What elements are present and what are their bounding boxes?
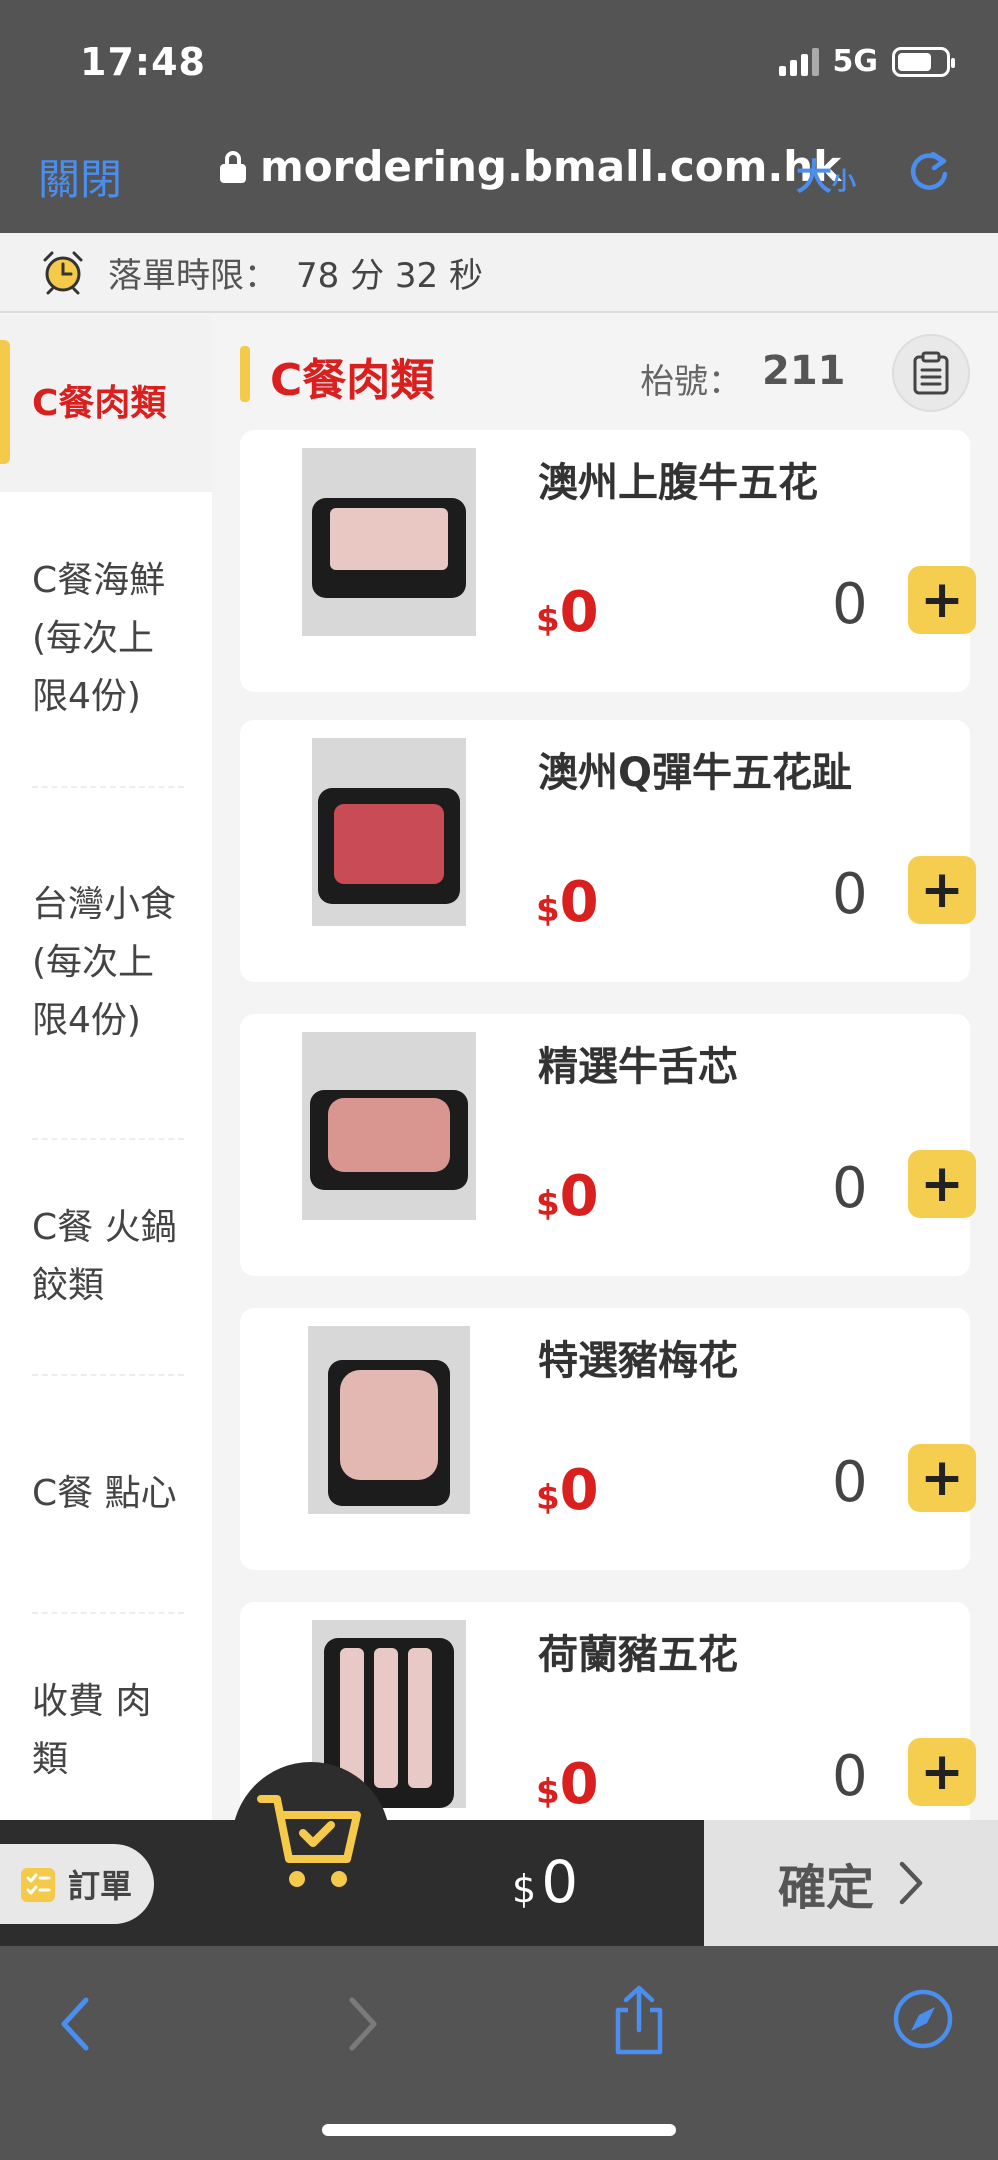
product-image [312,738,466,926]
confirm-button[interactable]: 確定 [704,1820,998,1946]
cart-bar: 訂單 $ 0 確定 [0,1762,998,1946]
sidebar-item-c-meat[interactable]: C餐肉類 [0,316,212,492]
text-size-big: 大 [796,157,833,198]
product-image [302,1032,476,1220]
signal-icon [778,47,819,76]
add-button[interactable]: + [908,566,976,634]
sidebar-item-paid-meat[interactable]: 收費 肉類 [0,1614,212,1820]
product-card: 特選豬梅花 $0 0 + [240,1308,976,1570]
product-card: 澳州上腹牛五花 $0 0 + [240,430,976,692]
category-marker [240,346,250,402]
product-quantity: 0 [832,572,868,637]
network-label: 5G [832,44,879,79]
add-button[interactable]: + [908,1150,976,1218]
chevron-right-icon [899,1861,923,1905]
category-header: C餐肉類 枱號： 211 [212,316,998,428]
product-price: $0 [536,1164,599,1229]
url-text: mordering.bmall.com.hk [260,142,842,191]
cart-total: $ 0 [512,1848,579,1916]
sidebar-item-label: 台灣小食(每次上限4份) [32,884,177,1041]
product-image [302,448,476,636]
orders-button[interactable]: 訂單 [0,1844,154,1924]
time-limit-label: 落單時限： [108,255,278,296]
confirm-label: 確定 [777,1860,874,1916]
cart-button[interactable] [232,1762,390,1920]
product-list: 澳州上腹牛五花 $0 0 + 澳州Q彈牛五花趾 $0 0 + 精選牛舌芯 $0 … [212,316,998,1820]
lock-icon [220,150,246,183]
url-bar[interactable]: mordering.bmall.com.hk [220,142,841,191]
orders-label: 訂單 [68,1867,133,1905]
product-price: $0 [536,1752,599,1817]
product-name: 澳州Q彈牛五花趾 [538,750,853,796]
forward-icon[interactable] [342,1992,382,2056]
sidebar-item-label: C餐 火鍋餃類 [32,1207,177,1306]
sidebar-item-label: C餐肉類 [32,383,167,424]
product-price: $0 [536,580,599,645]
browser-chrome: 17:48 5G 關閉 mordering.bmall.com.hk 大小 [0,0,998,233]
product-image [308,1326,470,1514]
reload-icon[interactable] [906,148,952,194]
share-icon[interactable] [610,1984,668,2056]
order-time-limit-bar: 落單時限： 78 分 32 秒 [0,233,998,313]
product-price: $0 [536,870,599,935]
close-button[interactable]: 關閉 [38,146,122,207]
product-quantity: 0 [832,1744,868,1809]
category-sidebar: C餐肉類 C餐海鮮(每次上限4份) 台灣小食(每次上限4份) C餐 火鍋餃類 C… [0,316,212,1820]
text-size-button[interactable]: 大小 [796,148,856,200]
product-card: 精選牛舌芯 $0 0 + [240,1014,976,1276]
product-name: 荷蘭豬五花 [538,1632,738,1678]
shopping-cart-icon [257,1795,361,1887]
alarm-clock-icon [43,251,83,295]
table-number: 211 [762,348,846,394]
product-price: $0 [536,1458,599,1523]
sidebar-item-label: 收費 肉類 [32,1681,152,1780]
home-indicator[interactable] [322,2124,676,2136]
product-quantity: 0 [832,1156,868,1221]
add-button[interactable]: + [908,1738,976,1806]
product-name: 澳州上腹牛五花 [538,460,818,506]
back-icon[interactable] [56,1992,96,2056]
compass-icon[interactable] [892,1988,954,2050]
category-title: C餐肉類 [270,355,435,406]
text-size-small: 小 [832,167,857,195]
product-quantity: 0 [832,1450,868,1515]
sidebar-item-c-dumplings[interactable]: C餐 火鍋餃類 [0,1140,212,1374]
sidebar-item-c-seafood[interactable]: C餐海鮮(每次上限4份) [0,492,212,786]
sidebar-item-c-dimsum[interactable]: C餐 點心 [0,1376,212,1612]
order-list-button[interactable] [892,334,970,412]
product-name: 特選豬梅花 [538,1338,738,1384]
status-time: 17:48 [80,40,206,84]
clipboard-icon [913,351,949,395]
product-name: 精選牛舌芯 [538,1044,738,1090]
sidebar-item-taiwan-snacks[interactable]: 台灣小食(每次上限4份) [0,788,212,1138]
time-limit-value: 78 分 32 秒 [296,255,483,296]
battery-icon [892,46,955,77]
sidebar-item-label: C餐 點心 [32,1473,177,1514]
product-card: 澳州Q彈牛五花趾 $0 0 + [240,720,976,982]
sidebar-item-label: C餐海鮮(每次上限4份) [32,560,166,717]
order-list-icon [21,1868,55,1902]
add-button[interactable]: + [908,856,976,924]
status-indicators: 5G [778,44,955,79]
add-button[interactable]: + [908,1444,976,1512]
product-quantity: 0 [832,862,868,927]
table-label: 枱號： [640,362,742,402]
